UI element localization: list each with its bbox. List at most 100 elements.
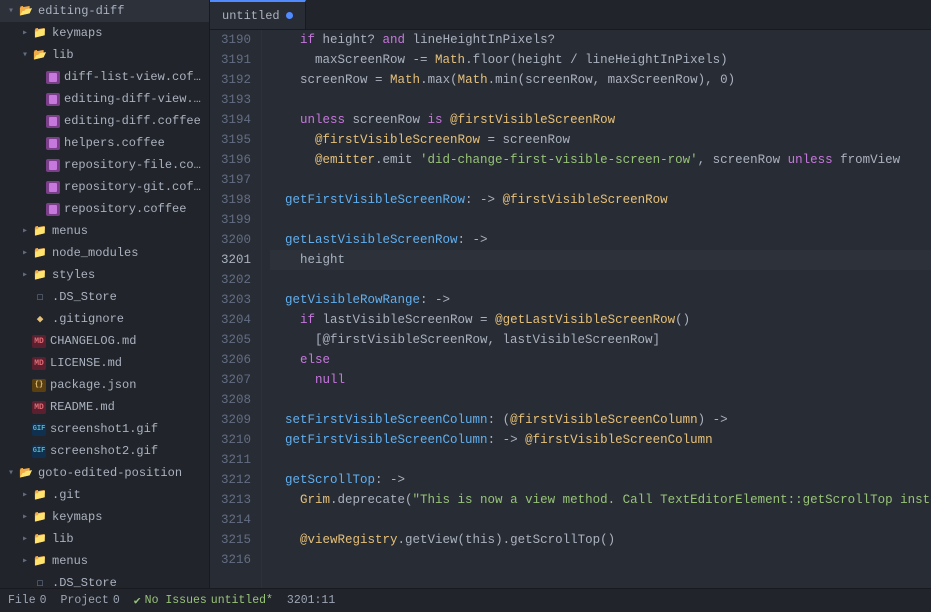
- line-number: 3190: [218, 30, 253, 50]
- main-container: ▾📂editing-diff▸📁keymaps▾📂lib diff-list-v…: [0, 0, 931, 588]
- sidebar-item-helpers[interactable]: helpers.coffee: [0, 132, 209, 154]
- issues-label: No Issues: [145, 594, 207, 607]
- code-content[interactable]: if height? and lineHeightInPixels? maxSc…: [262, 30, 931, 588]
- code-line: if height? and lineHeightInPixels?: [270, 30, 931, 50]
- modified-indicator: [286, 12, 293, 19]
- position-label: 3201:11: [287, 594, 335, 607]
- sidebar-item-node-modules-folder[interactable]: ▸📁node_modules: [0, 242, 209, 264]
- sidebar-item-label: CHANGELOG.md: [50, 334, 205, 348]
- line-number: 3212: [218, 470, 253, 490]
- code-line: @emitter.emit 'did-change-first-visible-…: [270, 150, 931, 170]
- project-status[interactable]: Project 0: [61, 594, 120, 607]
- folder-icon: 📁: [32, 488, 48, 502]
- sidebar-item-menus-folder-1[interactable]: ▸📁menus: [0, 220, 209, 242]
- md-file-icon: MD: [32, 357, 46, 370]
- sidebar-item-lib-folder-2[interactable]: ▸📁lib: [0, 528, 209, 550]
- tree-arrow-menus-folder-1: ▸: [18, 225, 32, 237]
- line-number: 3199: [218, 210, 253, 230]
- line-number: 3203: [218, 290, 253, 310]
- code-line: screenRow = Math.max(Math.min(screenRow,…: [270, 70, 931, 90]
- line-number: 3195: [218, 130, 253, 150]
- sidebar-item-label: screenshot2.gif: [50, 444, 205, 458]
- code-line: height: [270, 250, 931, 270]
- sidebar-item-label: editing-diff.coffee: [64, 114, 205, 128]
- code-line: [270, 450, 931, 470]
- cursor-position[interactable]: 3201:11: [287, 594, 335, 607]
- sidebar-item-label: package.json: [50, 378, 205, 392]
- sidebar-item-editing-diff[interactable]: editing-diff.coffee: [0, 110, 209, 132]
- line-number: 3193: [218, 90, 253, 110]
- line-number: 3215: [218, 530, 253, 550]
- sidebar-item-repository-file[interactable]: repository-file.coffee: [0, 154, 209, 176]
- sidebar-item-label: .git: [52, 488, 205, 502]
- sidebar-item-ds-store-2[interactable]: ◻.DS_Store: [0, 572, 209, 588]
- project-count: 0: [113, 594, 120, 607]
- sidebar-item-lib-folder[interactable]: ▾📂lib: [0, 44, 209, 66]
- code-line: [@firstVisibleScreenRow, lastVisibleScre…: [270, 330, 931, 350]
- folder-icon: 📂: [18, 4, 34, 18]
- tree-arrow-keymaps-folder-1: ▸: [18, 27, 32, 39]
- sidebar-item-screenshot1[interactable]: GIFscreenshot1.gif: [0, 418, 209, 440]
- sidebar-item-screenshot2[interactable]: GIFscreenshot2.gif: [0, 440, 209, 462]
- editor-tab[interactable]: untitled: [210, 0, 306, 29]
- code-line: getFirstVisibleScreenColumn: -> @firstVi…: [270, 430, 931, 450]
- issues-status[interactable]: ✔ No Issues untitled*: [134, 593, 273, 608]
- line-number: 3204: [218, 310, 253, 330]
- line-number: 3200: [218, 230, 253, 250]
- sidebar-item-label: repository-file.coffee: [64, 158, 205, 172]
- file-tree-sidebar[interactable]: ▾📂editing-diff▸📁keymaps▾📂lib diff-list-v…: [0, 0, 210, 588]
- tab-label: untitled: [222, 9, 280, 23]
- line-number: 3211: [218, 450, 253, 470]
- sidebar-item-readme[interactable]: MDREADME.md: [0, 396, 209, 418]
- json-file-icon: {}: [32, 379, 46, 392]
- check-icon: ✔: [134, 593, 141, 608]
- editor-area: untitled 3190319131923193319431953196319…: [210, 0, 931, 588]
- sidebar-item-label: menus: [52, 224, 205, 238]
- sidebar-item-label: keymaps: [52, 510, 205, 524]
- ds-store-icon: ◻: [32, 290, 48, 304]
- sidebar-item-repository[interactable]: repository.coffee: [0, 198, 209, 220]
- sidebar-item-label: diff-list-view.coffee: [64, 70, 205, 84]
- sidebar-item-gitignore[interactable]: ◆.gitignore: [0, 308, 209, 330]
- coffee-file-icon: [46, 93, 60, 106]
- sidebar-item-menus-folder-2[interactable]: ▸📁menus: [0, 550, 209, 572]
- sidebar-item-label: .DS_Store: [52, 576, 205, 588]
- sidebar-item-git-folder[interactable]: ▸📁 .git: [0, 484, 209, 506]
- coffee-file-icon: [46, 181, 60, 194]
- sidebar-item-label: LICENSE.md: [50, 356, 205, 370]
- sidebar-item-styles-folder[interactable]: ▸📁styles: [0, 264, 209, 286]
- code-line: getFirstVisibleScreenRow: -> @firstVisib…: [270, 190, 931, 210]
- code-line: [270, 390, 931, 410]
- sidebar-item-changelog[interactable]: MDCHANGELOG.md: [0, 330, 209, 352]
- sidebar-item-editing-diff-folder[interactable]: ▾📂editing-diff: [0, 0, 209, 22]
- sidebar-item-ds-store-1[interactable]: ◻.DS_Store: [0, 286, 209, 308]
- tree-arrow-git-folder: ▸: [18, 489, 32, 501]
- line-number: 3197: [218, 170, 253, 190]
- line-number: 3202: [218, 270, 253, 290]
- project-label: Project: [61, 594, 109, 607]
- line-number: 3191: [218, 50, 253, 70]
- coffee-file-icon: [46, 159, 60, 172]
- sidebar-item-diff-list-view[interactable]: diff-list-view.coffee: [0, 66, 209, 88]
- line-number: 3206: [218, 350, 253, 370]
- code-line: null: [270, 370, 931, 390]
- line-number: 3205: [218, 330, 253, 350]
- sidebar-item-goto-edited-folder[interactable]: ▾📂goto-edited-position: [0, 462, 209, 484]
- code-line: else: [270, 350, 931, 370]
- gitignore-file-icon: ◆: [32, 312, 48, 326]
- sidebar-item-license[interactable]: MD LICENSE.md: [0, 352, 209, 374]
- sidebar-item-package-json[interactable]: {} package.json: [0, 374, 209, 396]
- sidebar-item-editing-diff-view[interactable]: editing-diff-view.coff: [0, 88, 209, 110]
- code-line: maxScreenRow -= Math.floor(height / line…: [270, 50, 931, 70]
- code-line: [270, 170, 931, 190]
- folder-icon: 📁: [32, 26, 48, 40]
- line-number: 3194: [218, 110, 253, 130]
- sidebar-item-label: editing-diff: [38, 4, 205, 18]
- sidebar-item-keymaps-folder-1[interactable]: ▸📁keymaps: [0, 22, 209, 44]
- file-status[interactable]: File 0: [8, 594, 47, 607]
- tree-arrow-lib-folder-2: ▸: [18, 533, 32, 545]
- sidebar-item-keymaps-folder-2[interactable]: ▸📁keymaps: [0, 506, 209, 528]
- folder-icon: 📂: [32, 48, 48, 62]
- sidebar-item-repository-git[interactable]: repository-git.coffee: [0, 176, 209, 198]
- line-number: 3201: [218, 250, 253, 270]
